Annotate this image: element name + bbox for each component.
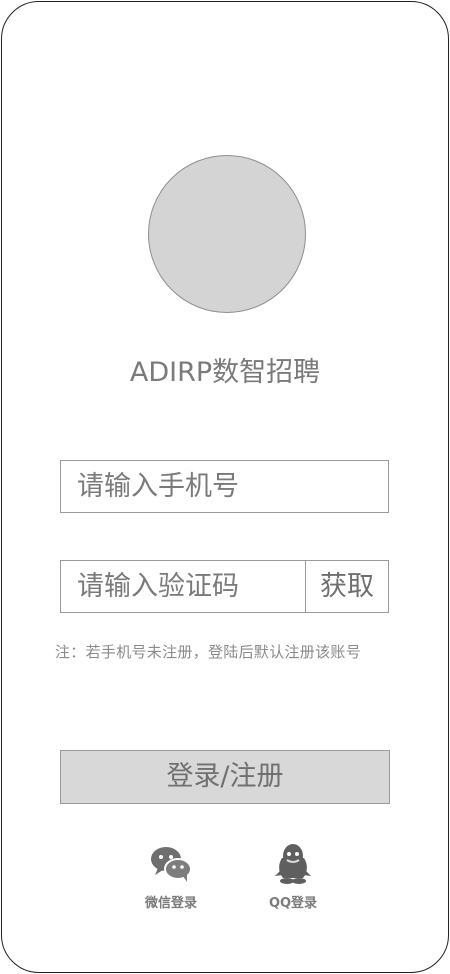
phone-number-input[interactable]: 请输入手机号 [60, 460, 389, 513]
verification-code-input[interactable]: 请输入验证码 获取 [60, 560, 389, 613]
qq-login-label: QQ登录 [268, 896, 318, 911]
wechat-icon [148, 842, 194, 886]
phone-number-placeholder: 请输入手机号 [77, 471, 239, 502]
verification-code-placeholder: 请输入验证码 [77, 571, 239, 602]
login-register-button[interactable]: 登录/注册 [60, 750, 390, 804]
wechat-login-button[interactable]: 微信登录 [126, 842, 216, 911]
qq-login-button[interactable]: QQ登录 [248, 842, 338, 911]
registration-notice: 注：若手机号未注册，登陆后默认注册该账号 [55, 643, 362, 661]
get-code-button[interactable]: 获取 [305, 561, 388, 612]
wechat-login-label: 微信登录 [144, 896, 197, 911]
qq-icon [270, 842, 316, 886]
app-logo-placeholder [148, 155, 306, 313]
app-title: ADIRP数智招聘 [129, 357, 321, 388]
